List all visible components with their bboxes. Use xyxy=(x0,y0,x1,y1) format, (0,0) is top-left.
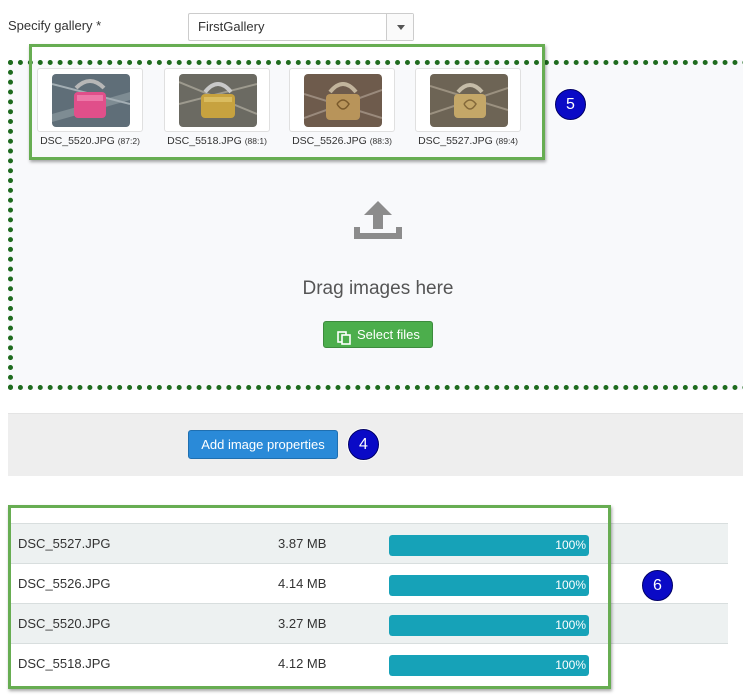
drag-instructions: Drag images here xyxy=(302,278,454,299)
thumbnails-highlight xyxy=(29,44,545,160)
select-files-button[interactable]: Select files xyxy=(323,321,433,348)
add-image-properties-button[interactable]: Add image properties xyxy=(188,430,338,459)
select-files-label: Select files xyxy=(357,327,420,342)
gallery-label: Specify gallery * xyxy=(8,18,102,33)
files-table-highlight xyxy=(8,505,611,689)
upload-icon xyxy=(352,199,404,246)
step-badge-6: 6 xyxy=(642,570,673,601)
gallery-selected-value: FirstGallery xyxy=(198,19,265,34)
chevron-down-icon xyxy=(397,25,405,30)
dropdown-toggle[interactable] xyxy=(386,14,413,40)
copy-icon xyxy=(337,328,351,353)
gallery-select[interactable]: FirstGallery xyxy=(188,13,414,41)
step-badge-4: 4 xyxy=(348,429,379,460)
step-badge-5: 5 xyxy=(555,89,586,120)
